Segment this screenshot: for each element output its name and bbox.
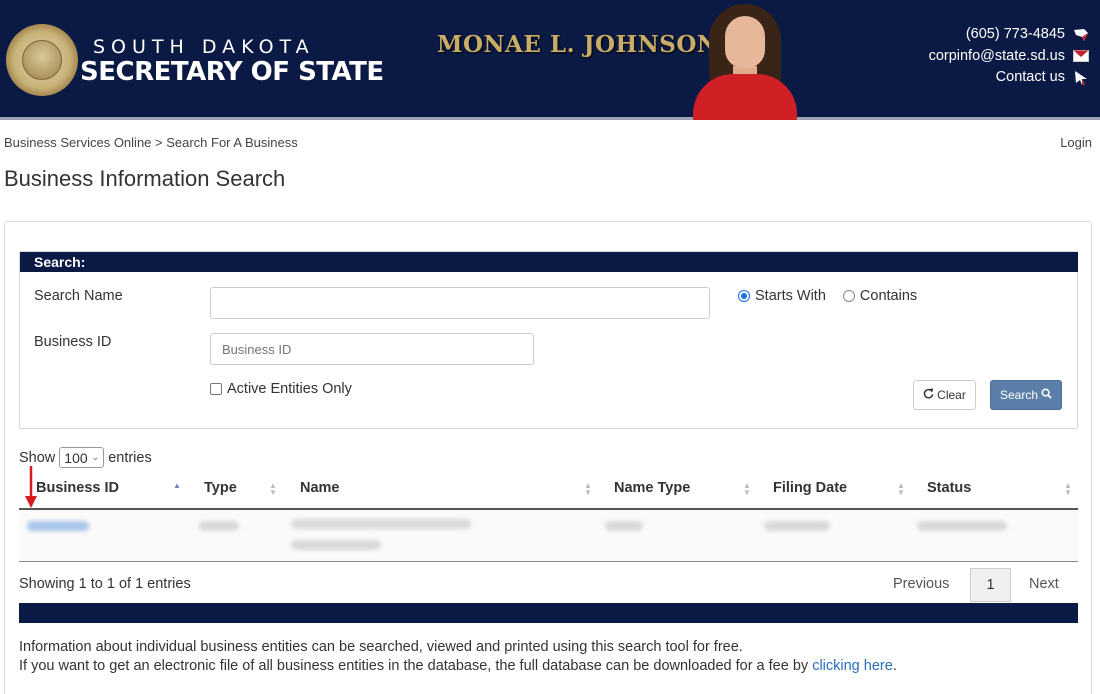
redacted-filing-date [764,521,830,531]
redacted-business-id-link[interactable] [27,521,89,531]
col-filing-date[interactable]: Filing Date [773,480,847,496]
show-label: Show [19,449,56,466]
clear-label: Clear [937,388,966,402]
clear-button[interactable]: Clear [913,380,976,410]
sort-asc-icon: ▲ [173,481,181,490]
phone-link[interactable]: (605) 773-4845 [929,24,1090,46]
page-1-button[interactable]: 1 [970,568,1011,602]
starts-with-radio[interactable] [738,290,750,302]
business-id-input[interactable] [210,333,534,365]
office-name: SECRETARY OF STATE [80,57,384,87]
site-header: SOUTH DAKOTA SECRETARY OF STATE MONAE L.… [0,0,1100,120]
page-size-value: 100 [64,449,88,466]
footer-line-2-end: . [892,657,897,674]
breadcrumb[interactable]: Business Services Online > Search For A … [4,135,298,150]
footer-line-1: Information about individual business en… [19,639,743,655]
col-status[interactable]: Status [927,480,971,496]
email-link[interactable]: corpinfo@state.sd.us [929,46,1090,68]
previous-page-button[interactable]: Previous [893,576,949,592]
redacted-name [291,519,471,529]
page-title: Business Information Search [4,166,286,191]
redacted-status [917,521,1007,531]
entries-label: entries [108,449,152,466]
cursor-icon [1072,70,1090,85]
table-footer-bar [19,603,1078,623]
business-id-label: Business ID [34,334,112,350]
download-database-link[interactable]: clicking here [812,658,893,674]
col-name[interactable]: Name [300,480,340,496]
contains-radio[interactable] [842,290,855,302]
page-size-select[interactable]: 100 ⌄ [59,447,105,468]
col-type[interactable]: Type [204,480,237,496]
footer-line-2-text: If you want to get an electronic file of… [19,657,813,674]
phone-icon [1072,28,1090,42]
search-button[interactable]: Search [990,380,1062,410]
chevron-down-icon: ⌄ [91,452,100,462]
redacted-type [199,521,239,531]
match-mode-group: Starts With Contains [738,288,917,304]
sort-icon: ▲ ▼ [269,481,277,497]
sort-icon: ▲ ▼ [743,481,751,497]
contact-us-link[interactable]: Contact us [929,67,1090,89]
redacted-name-type [605,521,643,531]
sort-icon: ▲ ▼ [897,481,905,497]
table-row [19,510,1078,562]
login-link[interactable]: Login [1060,135,1092,150]
results-table-header: Business ID ▲ Type ▲ ▼ Name ▲ ▼ Name Type … [19,472,1078,510]
phone-text: (605) 773-4845 [965,26,1065,42]
search-form: Search: Search Name Starts With Contains… [19,251,1078,429]
search-icon [1041,388,1052,402]
envelope-icon [1072,49,1090,63]
search-name-label: Search Name [34,288,123,304]
col-name-type[interactable]: Name Type [614,480,690,496]
sort-icon: ▲ ▼ [584,481,592,497]
footer-info: Information about individual business en… [19,638,897,675]
search-heading: Search: [20,252,1078,272]
next-page-button[interactable]: Next [1029,576,1059,592]
official-name: MONAE L. JOHNSON [437,31,719,58]
table-info: Showing 1 to 1 of 1 entries [19,576,191,592]
sort-icon: ▲ ▼ [1064,481,1072,497]
active-only-checkbox[interactable] [210,383,222,395]
state-seal-logo [6,24,78,96]
active-only-label: Active Entities Only [227,381,352,397]
refresh-icon [923,388,934,402]
starts-with-label: Starts With [755,288,826,304]
redacted-name-cont [291,540,381,550]
contains-label: Contains [859,288,918,304]
contact-block: (605) 773-4845 corpinfo@state.sd.us Cont… [929,24,1090,89]
state-name: SOUTH DAKOTA [93,36,315,58]
search-label: Search [999,388,1039,402]
page-size-control: Show 100 ⌄ entries [19,447,152,468]
col-business-id[interactable]: Business ID [36,480,119,496]
email-text: corpinfo@state.sd.us [928,47,1065,64]
official-portrait [693,4,797,120]
active-only-row[interactable]: Active Entities Only [210,381,352,397]
search-name-input[interactable] [210,287,710,319]
footer-line-2: If you want to get an electronic file of… [19,657,897,676]
contact-text: Contact us [995,69,1065,85]
